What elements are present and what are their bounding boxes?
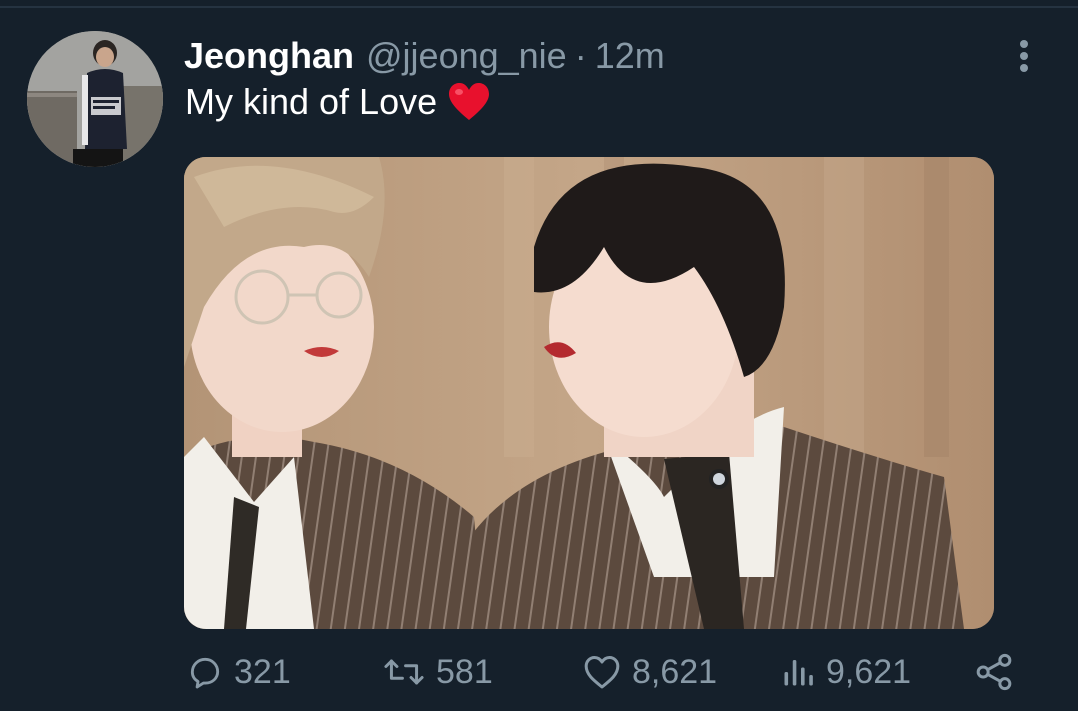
retweet-icon [382,653,426,691]
reply-icon [186,653,224,691]
view-count: 9,621 [826,652,912,691]
like-button[interactable]: 8,621 [582,646,717,698]
retweet-count: 581 [436,652,493,691]
red-heart-emoji-icon [447,82,491,122]
retweet-button[interactable]: 581 [382,646,493,698]
views-icon [780,653,816,691]
display-name[interactable]: Jeonghan [184,34,354,78]
more-options-button[interactable] [1004,36,1044,76]
share-icon [974,652,1014,692]
tweet-header: Jeonghan @jjeong_nie · 12m [184,34,665,78]
tweet-media-image[interactable] [184,157,994,629]
tweet-text: My kind of Love [185,80,491,124]
reply-button[interactable]: 321 [186,646,291,698]
like-icon [582,653,622,691]
tweet-timestamp[interactable]: 12m [595,34,665,78]
top-divider [0,6,1078,8]
views-button[interactable]: 9,621 [780,646,911,698]
like-count: 8,621 [632,652,718,691]
reply-count: 321 [234,652,291,691]
tweet-actions: 321 581 8,621 9,621 [0,646,1078,698]
user-handle[interactable]: @jjeong_nie [366,34,567,78]
tweet-text-content: My kind of Love [185,81,438,122]
share-button[interactable] [974,646,1024,698]
more-vertical-icon [1020,40,1028,72]
avatar[interactable] [27,31,163,167]
avatar-image [27,31,163,167]
separator-dot: · [574,35,587,76]
